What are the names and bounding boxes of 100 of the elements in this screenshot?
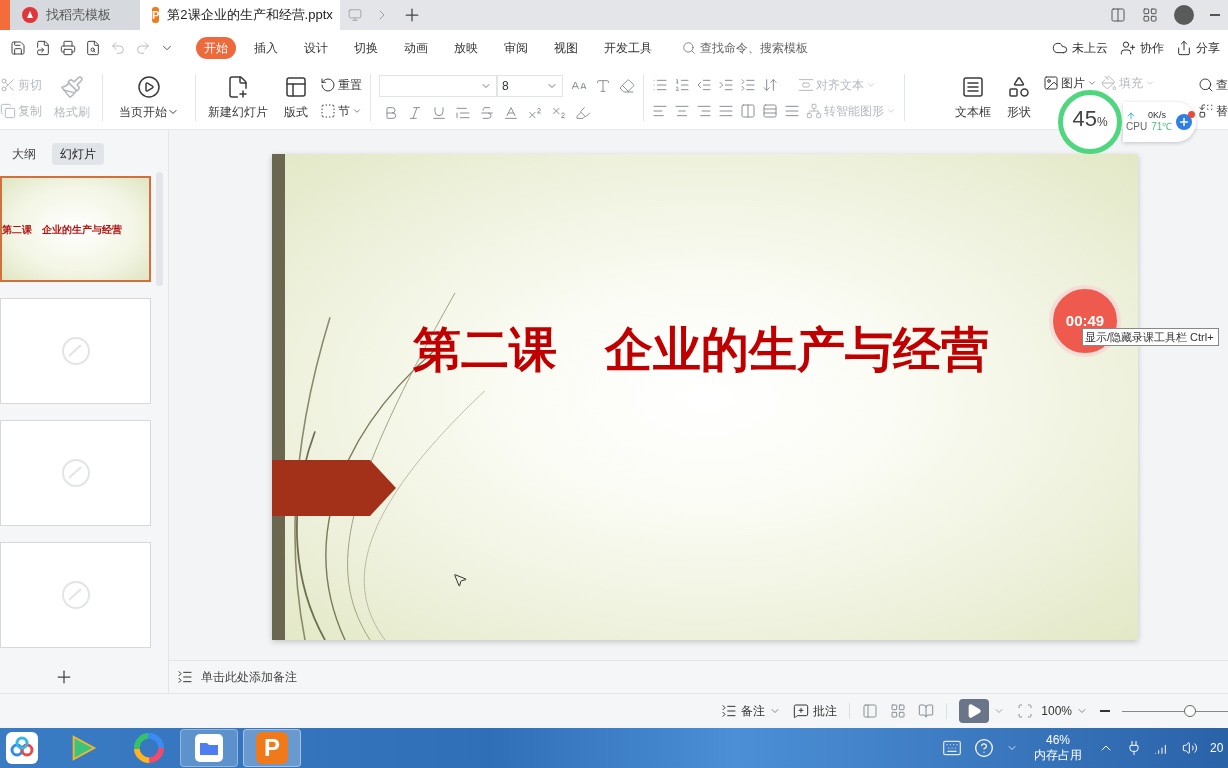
menu-tab[interactable]: 切换 (346, 37, 386, 59)
cpu-label: CPU (1126, 121, 1148, 134)
caret-icon (1087, 78, 1097, 88)
notes-button[interactable]: 备注 (721, 702, 782, 720)
menu-tab[interactable]: 插入 (246, 37, 286, 59)
menu-tab[interactable]: 设计 (296, 37, 336, 59)
share-icon (1176, 40, 1192, 56)
header-action[interactable]: 协作 (1120, 39, 1164, 57)
clear-format-button[interactable] (619, 77, 635, 94)
bold-button[interactable] (383, 104, 399, 121)
file-explorer-taskbar-button[interactable] (180, 729, 238, 767)
new-slide-button[interactable]: 新建幻灯片 (204, 74, 272, 121)
italic-button[interactable] (407, 104, 423, 121)
placeholder-icon (60, 580, 91, 610)
menu-tab[interactable]: 动画 (396, 37, 436, 59)
slide-thumbnail[interactable]: 第二课 企业的生产与经营 (0, 176, 151, 282)
fit-window-button[interactable] (1017, 703, 1034, 719)
line-spacing-button[interactable] (762, 102, 778, 119)
panel-tab[interactable]: 幻灯片 (52, 143, 104, 165)
play-circle-icon (137, 74, 161, 99)
shape-button[interactable]: 形状 (1003, 74, 1035, 121)
monitor-icon (348, 8, 362, 22)
command-search-field[interactable]: 查找命令、搜索模板 (682, 39, 830, 57)
font-name-field[interactable] (379, 74, 497, 97)
highlight-button[interactable] (575, 104, 591, 121)
mouse-cursor-icon (452, 572, 468, 588)
paint-bucket-icon (1101, 75, 1117, 91)
start-from-current-button[interactable]: 当页开始 (111, 74, 187, 121)
undo-icon (110, 40, 126, 56)
print-preview-icon (85, 40, 101, 56)
font-color-button[interactable] (503, 104, 519, 121)
picture-icon (1043, 75, 1059, 91)
text-box-icon (961, 74, 985, 99)
window-layout-icon (1110, 7, 1126, 23)
find-button[interactable]: 查 (1198, 75, 1228, 94)
font-size-field[interactable]: 8 (497, 74, 563, 97)
zoom-slider[interactable] (1122, 705, 1228, 717)
scissors-icon (0, 76, 16, 93)
slide-thumbnail[interactable] (0, 298, 151, 404)
menu-tab[interactable]: 放映 (446, 37, 486, 59)
memory-usage-widget[interactable]: 46% 内存占用 (1030, 733, 1086, 763)
notes-placeholder[interactable]: 单击此处添加备注 (201, 668, 297, 686)
user-avatar[interactable] (1174, 5, 1194, 25)
menu-tab[interactable]: 开发工具 (596, 37, 660, 59)
reading-view-button[interactable] (918, 703, 935, 719)
normal-view-button[interactable] (862, 703, 879, 719)
save-icon (10, 40, 26, 56)
document-tab[interactable]: 找稻壳模板 (10, 0, 140, 30)
help-icon (974, 738, 994, 758)
notes-icon (721, 703, 738, 719)
numbering-button[interactable] (674, 76, 690, 93)
document-tab[interactable]: P 第2课企业的生产和经营.pptx (140, 0, 340, 30)
panel-tab[interactable]: 大纲 (4, 143, 44, 165)
accent-strip (0, 0, 10, 30)
underline-button[interactable] (431, 104, 447, 121)
replace-button[interactable]: 替 (1198, 101, 1228, 120)
person-add-icon (1120, 40, 1136, 56)
smart-art-icon (806, 102, 822, 119)
play-icon (966, 703, 983, 719)
cloud-app-icon[interactable] (6, 732, 38, 764)
header-action[interactable]: 分享 (1176, 39, 1220, 57)
search-icon (1198, 76, 1214, 93)
slideshow-button[interactable] (959, 699, 990, 723)
clock[interactable]: 20 (1210, 739, 1224, 757)
section-icon (320, 102, 336, 119)
align-text-icon (798, 76, 814, 93)
comments-button[interactable]: 批注 (793, 702, 838, 720)
sort-button[interactable] (762, 76, 778, 93)
template-logo-icon (22, 7, 38, 23)
network-speed: 0K/s (1148, 110, 1166, 122)
text-direction-button[interactable] (740, 76, 756, 93)
reset-button[interactable]: 重置 (320, 75, 362, 94)
copy-icon (0, 102, 16, 119)
reset-icon (320, 76, 336, 93)
distribute-button[interactable] (740, 102, 756, 119)
cpu-temperature: 71℃ (1151, 121, 1173, 134)
tooltip: 显示/隐藏录课工具栏 Ctrl+ (1082, 328, 1219, 346)
shapes-icon (1007, 74, 1031, 99)
strikethrough-button[interactable] (479, 104, 495, 121)
redo-icon (135, 40, 151, 56)
menu-tab[interactable]: 视图 (546, 37, 586, 59)
comment-add-icon (793, 703, 810, 719)
menu-tab[interactable]: 审阅 (496, 37, 536, 59)
text-box-button[interactable]: 文本框 (951, 74, 995, 121)
apps-grid-icon (1142, 7, 1158, 23)
slide-thumbnail[interactable] (0, 420, 151, 526)
slide-title: 第二课 企业的生产与经营 (413, 326, 989, 374)
picture-button[interactable]: 图片 (1043, 74, 1097, 92)
keyboard-icon (942, 738, 962, 758)
zoom-dropdown[interactable]: 100% (1041, 702, 1088, 720)
browser-app-icon[interactable] (134, 733, 164, 763)
section-button[interactable]: 节 (320, 101, 362, 120)
add-badge-icon[interactable] (1176, 114, 1192, 130)
header-action[interactable]: 未上云 (1052, 39, 1108, 57)
slide-thumbnail[interactable] (0, 542, 151, 648)
replace-icon (1198, 102, 1214, 119)
system-monitor-panel[interactable]: 0K/s CPU 71℃ (1123, 102, 1196, 142)
slide-sorter-button[interactable] (890, 703, 907, 719)
layout-button[interactable]: 版式 (280, 74, 312, 121)
zoom-slider-thumb[interactable] (1183, 705, 1196, 717)
